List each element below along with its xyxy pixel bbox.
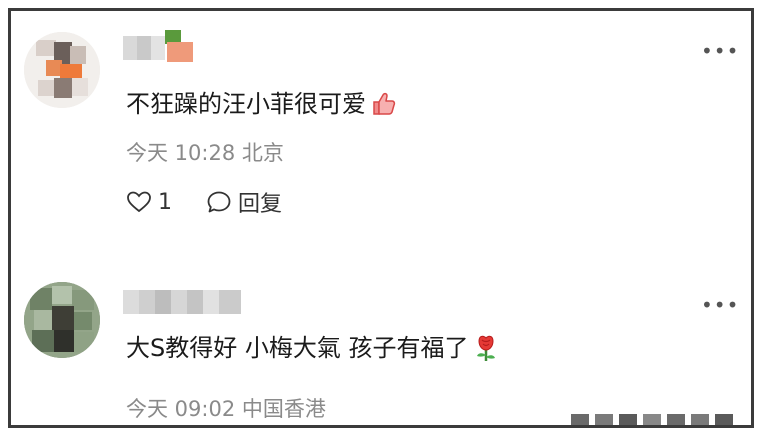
more-options-icon[interactable]: •••: [701, 295, 738, 315]
reply-button[interactable]: 回复: [206, 186, 282, 218]
comment-text-content: 大S教得好 小梅大氣 孩子有福了: [126, 334, 469, 362]
watermark: [555, 411, 751, 425]
username-blurred: [123, 290, 241, 314]
comment-meta: 今天 09:02 中国香港: [126, 397, 326, 421]
reply-label: 回复: [238, 192, 283, 217]
comment-actions: 1 回复: [126, 186, 282, 218]
comment-text: 不狂躁的汪小菲很可爱: [126, 87, 398, 121]
comment-bubble-icon: [207, 191, 231, 213]
avatar[interactable]: [24, 32, 100, 108]
comment-text-content: 不狂躁的汪小菲很可爱: [126, 90, 366, 118]
heart-icon: [127, 191, 151, 213]
screenshot-frame: ••• 不狂躁的汪小菲很可爱 今天 10:28 北京 1 回复 ••• 大S教得…: [8, 8, 754, 428]
like-count: 1: [158, 189, 172, 215]
rose-icon: [471, 333, 501, 363]
avatar[interactable]: [24, 282, 100, 358]
more-options-icon[interactable]: •••: [701, 41, 738, 61]
like-button[interactable]: 1: [126, 190, 172, 215]
comment-meta: 今天 10:28 北京: [126, 141, 284, 165]
username-blurred: [123, 30, 197, 62]
thumbs-up-icon: [368, 89, 398, 119]
comment-text: 大S教得好 小梅大氣 孩子有福了: [126, 331, 501, 365]
